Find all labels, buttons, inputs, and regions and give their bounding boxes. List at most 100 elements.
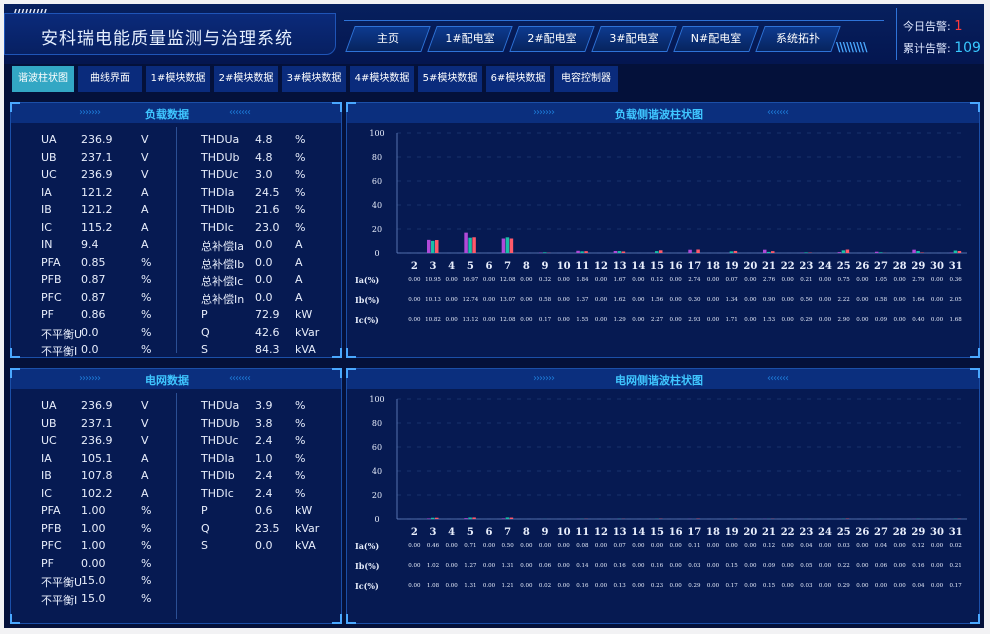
x-tick-label: 9 [542,527,549,538]
data-value-label: 2.76 [763,277,776,283]
subtab-module-6[interactable]: 6#模块数据 [486,66,550,92]
subtab-module-5[interactable]: 5#模块数据 [418,66,482,92]
data-value: 1.00 [81,539,106,552]
data-value-label: 0.00 [707,297,720,303]
data-label: THDUb [201,150,240,164]
data-value-label: 0.50 [800,297,813,303]
data-value: 1.0 [255,451,273,465]
data-label: Q [201,521,210,535]
nav-tab-topology[interactable]: 系统拓扑 [755,26,841,52]
data-value-label: 0.00 [744,317,757,323]
data-value-label: 0.02 [539,583,551,589]
harmonic-bar [468,517,472,519]
data-value-label: 0.09 [875,317,888,323]
data-value: 1.00 [81,521,106,535]
y-tick-label: 40 [372,201,382,210]
data-value-label: 0.00 [894,543,907,549]
total-alarm-count: 109 [954,40,981,56]
chart-title: 负载侧谐波柱状图 [615,108,703,121]
data-unit: % [295,220,306,234]
data-value: 107.8 [81,469,113,482]
subtab-capacitor-controller[interactable]: 电容控制器 [554,66,618,92]
data-value-label: 10.82 [425,317,441,323]
data-value-label: 0.46 [427,543,440,549]
data-label: PF [41,308,54,321]
data-value: 84.3 [255,343,280,356]
data-label: S [201,539,208,552]
data-value-label: 0.00 [539,543,552,549]
nav-tab-room-n[interactable]: N#配电室 [673,26,759,52]
x-tick-label: 23 [799,261,813,272]
data-value-label: 0.00 [744,543,757,549]
x-tick-label: 8 [523,527,530,538]
harmonic-bar [659,250,663,253]
harmonic-bar [771,251,775,253]
data-value-label: 0.00 [558,317,571,323]
data-value-label: 0.00 [744,583,757,589]
x-tick-label: 7 [504,261,511,272]
y-tick-label: 40 [372,467,382,476]
data-value: 23.0 [255,220,280,234]
subtab-module-3[interactable]: 3#模块数据 [282,66,346,92]
harmonic-bar [509,517,514,519]
x-tick-label: 9 [542,261,549,272]
x-tick-label: 19 [725,261,739,272]
data-value-label: 1.31 [464,583,476,589]
chevron-left-icon: ‹‹‹‹‹‹‹ [229,373,251,384]
data-unit: % [141,290,152,304]
data-value-label: 0.00 [744,297,757,303]
data-value: 0.86 [81,308,106,321]
data-unit: % [141,556,152,570]
data-value: 0.0 [255,238,273,251]
subtab-module-1[interactable]: 1#模块数据 [146,66,210,92]
data-label: Q [201,325,210,339]
data-value-label: 1.53 [763,317,776,323]
x-tick-label: 23 [799,527,813,538]
data-value-label: 1.05 [875,277,888,283]
data-value-label: 0.12 [912,543,924,549]
data-value-label: 0.16 [576,583,589,589]
data-value-label: 0.00 [875,583,888,589]
harmonic-bar [655,251,659,253]
nav-tab-room-3[interactable]: 3#配电室 [591,26,677,52]
x-tick-label: 14 [631,527,645,538]
data-value-label: 0.00 [707,543,720,549]
data-value-label: 0.17 [539,317,552,323]
x-tick-label: 26 [855,261,869,272]
data-value-label: 0.00 [931,317,944,323]
series-label: Ib(%) [355,561,380,571]
data-value: 23.5 [255,521,280,535]
data-value-label: 0.00 [670,543,683,549]
subtab-module-4[interactable]: 4#模块数据 [350,66,414,92]
data-value: 0.0 [81,343,99,356]
harmonic-bar [875,251,879,253]
x-tick-label: 4 [448,527,455,538]
data-label: 不平衡I [41,593,78,607]
nav-tab-room-1[interactable]: 1#配电室 [427,26,513,52]
data-value: 0.0 [255,290,273,304]
x-tick-label: 16 [669,527,683,538]
data-unit: % [141,273,152,286]
panel-title: 电网数据 [145,374,189,387]
subtab-module-2[interactable]: 2#模块数据 [214,66,278,92]
data-value: 121.2 [81,185,113,199]
data-unit: kW [295,308,313,321]
data-unit: % [295,399,306,412]
y-tick-label: 100 [369,129,384,138]
nav-tab-label: N#配电室 [690,32,742,45]
nav-tab-room-2[interactable]: 2#配电室 [509,26,595,52]
x-tick-label: 10 [557,261,571,272]
subtab-harmonic-bars[interactable]: 谐波柱状图 [12,66,74,92]
data-value-label: 0.00 [408,317,421,323]
data-value-label: 2.22 [838,297,850,303]
data-unit: % [141,591,152,605]
nav-tab-home[interactable]: 主页 [345,26,431,52]
data-unit: % [141,255,152,269]
subtab-curves[interactable]: 曲线界面 [78,66,142,92]
data-value: 9.4 [81,238,99,251]
data-value-label: 0.09 [763,563,776,569]
harmonic-bar [464,232,468,253]
alarm-summary[interactable]: 今日告警: 1 累计告警: 109 [896,8,984,60]
data-unit: V [141,399,149,412]
data-unit: % [295,150,306,164]
